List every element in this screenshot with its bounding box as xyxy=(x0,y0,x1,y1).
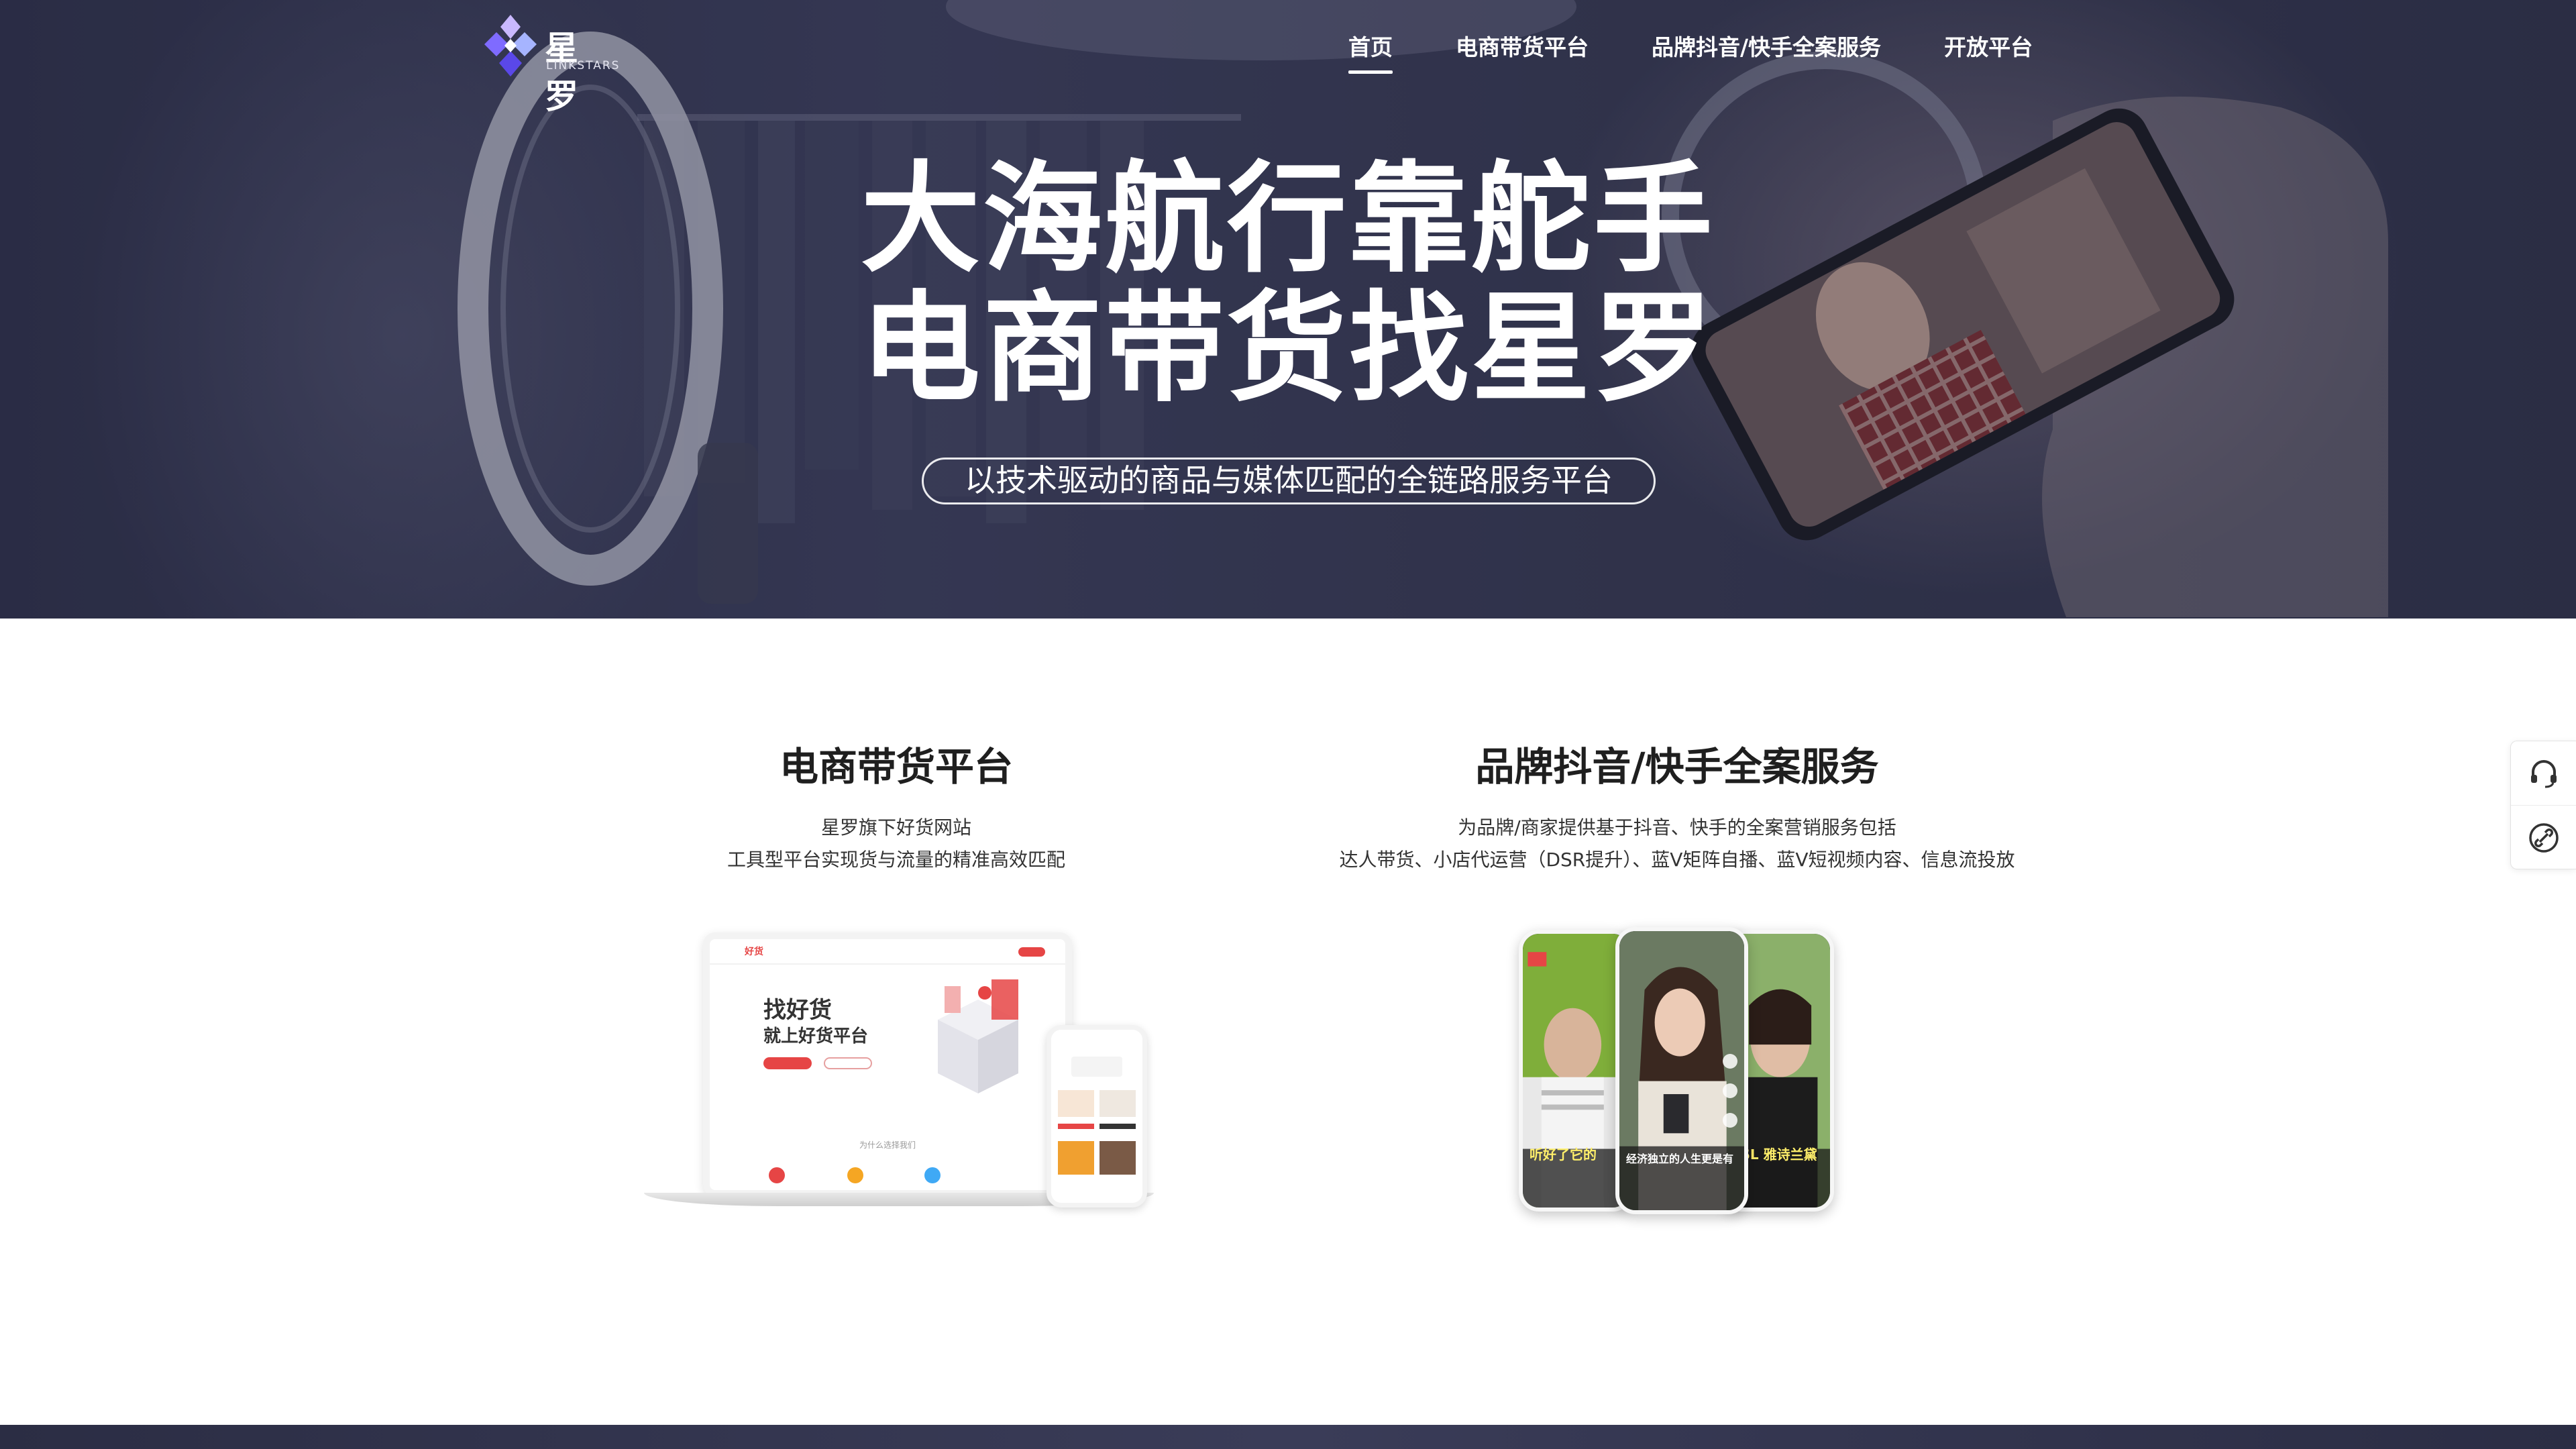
laptop-screen: 好货 找好货 就上好货平台 为什么选择我们 xyxy=(703,932,1072,1197)
phone-caption: 听好了它的 xyxy=(1529,1146,1597,1163)
nav-item-ecommerce[interactable]: 电商带货平台 xyxy=(1456,30,1589,62)
mockup-brand: 好货 xyxy=(745,947,763,957)
hero-subtitle: 以技术驱动的商品与媒体匹配的全链路服务平台 xyxy=(922,458,1656,504)
mockup-headline: 找好货 xyxy=(763,997,832,1024)
mockup-feature-dot xyxy=(924,1167,941,1183)
nav-menu: 首页 电商带货平台 品牌抖音/快手全案服务 开放平台 xyxy=(1348,30,2033,74)
logo-icon xyxy=(484,15,537,76)
hero-title-line1: 大海航行靠舵手 xyxy=(861,150,1715,288)
nav-item-brand-service[interactable]: 品牌抖音/快手全案服务 xyxy=(1652,30,1881,62)
mockup-login-button xyxy=(1018,947,1045,957)
link-icon xyxy=(2529,823,2559,853)
footer-band xyxy=(0,1425,2576,1449)
service-desc-line: 星罗旗下好货网站 xyxy=(820,816,971,839)
service-title-brand[interactable]: 品牌抖音/快手全案服务 xyxy=(1275,735,2080,792)
brand-service-mockup-image[interactable]: 听好了它的 YSL 雅诗兰黛 经济独立的人生更是有 xyxy=(1519,927,1841,1222)
mockup-secondary-button xyxy=(824,1057,872,1069)
mockup-isometric-illustration xyxy=(938,979,1018,1093)
mockup-phone-center: 经济独立的人生更是有 xyxy=(1615,927,1748,1214)
hero-title-line2: 电商带货找星罗 xyxy=(861,279,1715,418)
phone-action-icons xyxy=(1723,1054,1739,1142)
service-desc-ecommerce: 星罗旗下好货网站 工具型平台实现货与流量的精准高效匹配 xyxy=(628,812,1165,876)
mockup-topbar: 好货 xyxy=(710,939,1065,965)
mockup-phone-small xyxy=(1046,1025,1147,1208)
comment-icon xyxy=(1723,1083,1737,1099)
mockup-why-us: 为什么选择我们 xyxy=(859,1140,916,1150)
nav-item-open-platform[interactable]: 开放平台 xyxy=(1944,30,2033,62)
ecommerce-mockup-image[interactable]: 好货 找好货 就上好货平台 为什么选择我们 xyxy=(644,932,1154,1221)
mockup-subheadline: 就上好货平台 xyxy=(763,1026,869,1046)
service-desc-line: 工具型平台实现货与流量的精准高效匹配 xyxy=(727,849,1065,871)
top-nav: 星罗 LINKSTARS 首页 电商带货平台 品牌抖音/快手全案服务 开放平台 xyxy=(0,0,2576,116)
hero-banner: 星罗 LINKSTARS 首页 电商带货平台 品牌抖音/快手全案服务 开放平台 … xyxy=(0,0,2576,619)
headset-icon xyxy=(2531,759,2557,788)
like-icon xyxy=(1723,1054,1737,1069)
side-toolbar xyxy=(2510,741,2576,869)
nav-item-home[interactable]: 首页 xyxy=(1348,30,1393,74)
service-desc-line: 为品牌/商家提供基于抖音、快手的全案营销服务包括 xyxy=(1458,816,1896,839)
mockup-cta-button xyxy=(763,1057,812,1069)
link-button[interactable] xyxy=(2511,806,2576,870)
phone-video-frame xyxy=(1523,934,1629,1208)
customer-service-button[interactable] xyxy=(2511,741,2576,806)
mockup-phone-content xyxy=(1051,1030,1142,1175)
logo-text-en: LINKSTARS xyxy=(546,59,621,72)
brand-logo[interactable]: 星罗 LINKSTARS xyxy=(482,15,619,116)
service-desc-brand: 为品牌/商家提供基于抖音、快手的全案营销服务包括 达人带货、小店代运营（DSR提… xyxy=(1275,812,2080,876)
share-icon xyxy=(1723,1113,1737,1128)
service-title-ecommerce[interactable]: 电商带货平台 xyxy=(628,735,1165,792)
service-desc-line: 达人带货、小店代运营（DSR提升）、蓝V矩阵自播、蓝V短视频内容、信息流投放 xyxy=(1339,849,2015,871)
phone-caption: 经济独立的人生更是有 xyxy=(1626,1152,1734,1165)
mockup-feature-dot xyxy=(847,1167,863,1183)
mockup-feature-dot xyxy=(769,1167,785,1183)
